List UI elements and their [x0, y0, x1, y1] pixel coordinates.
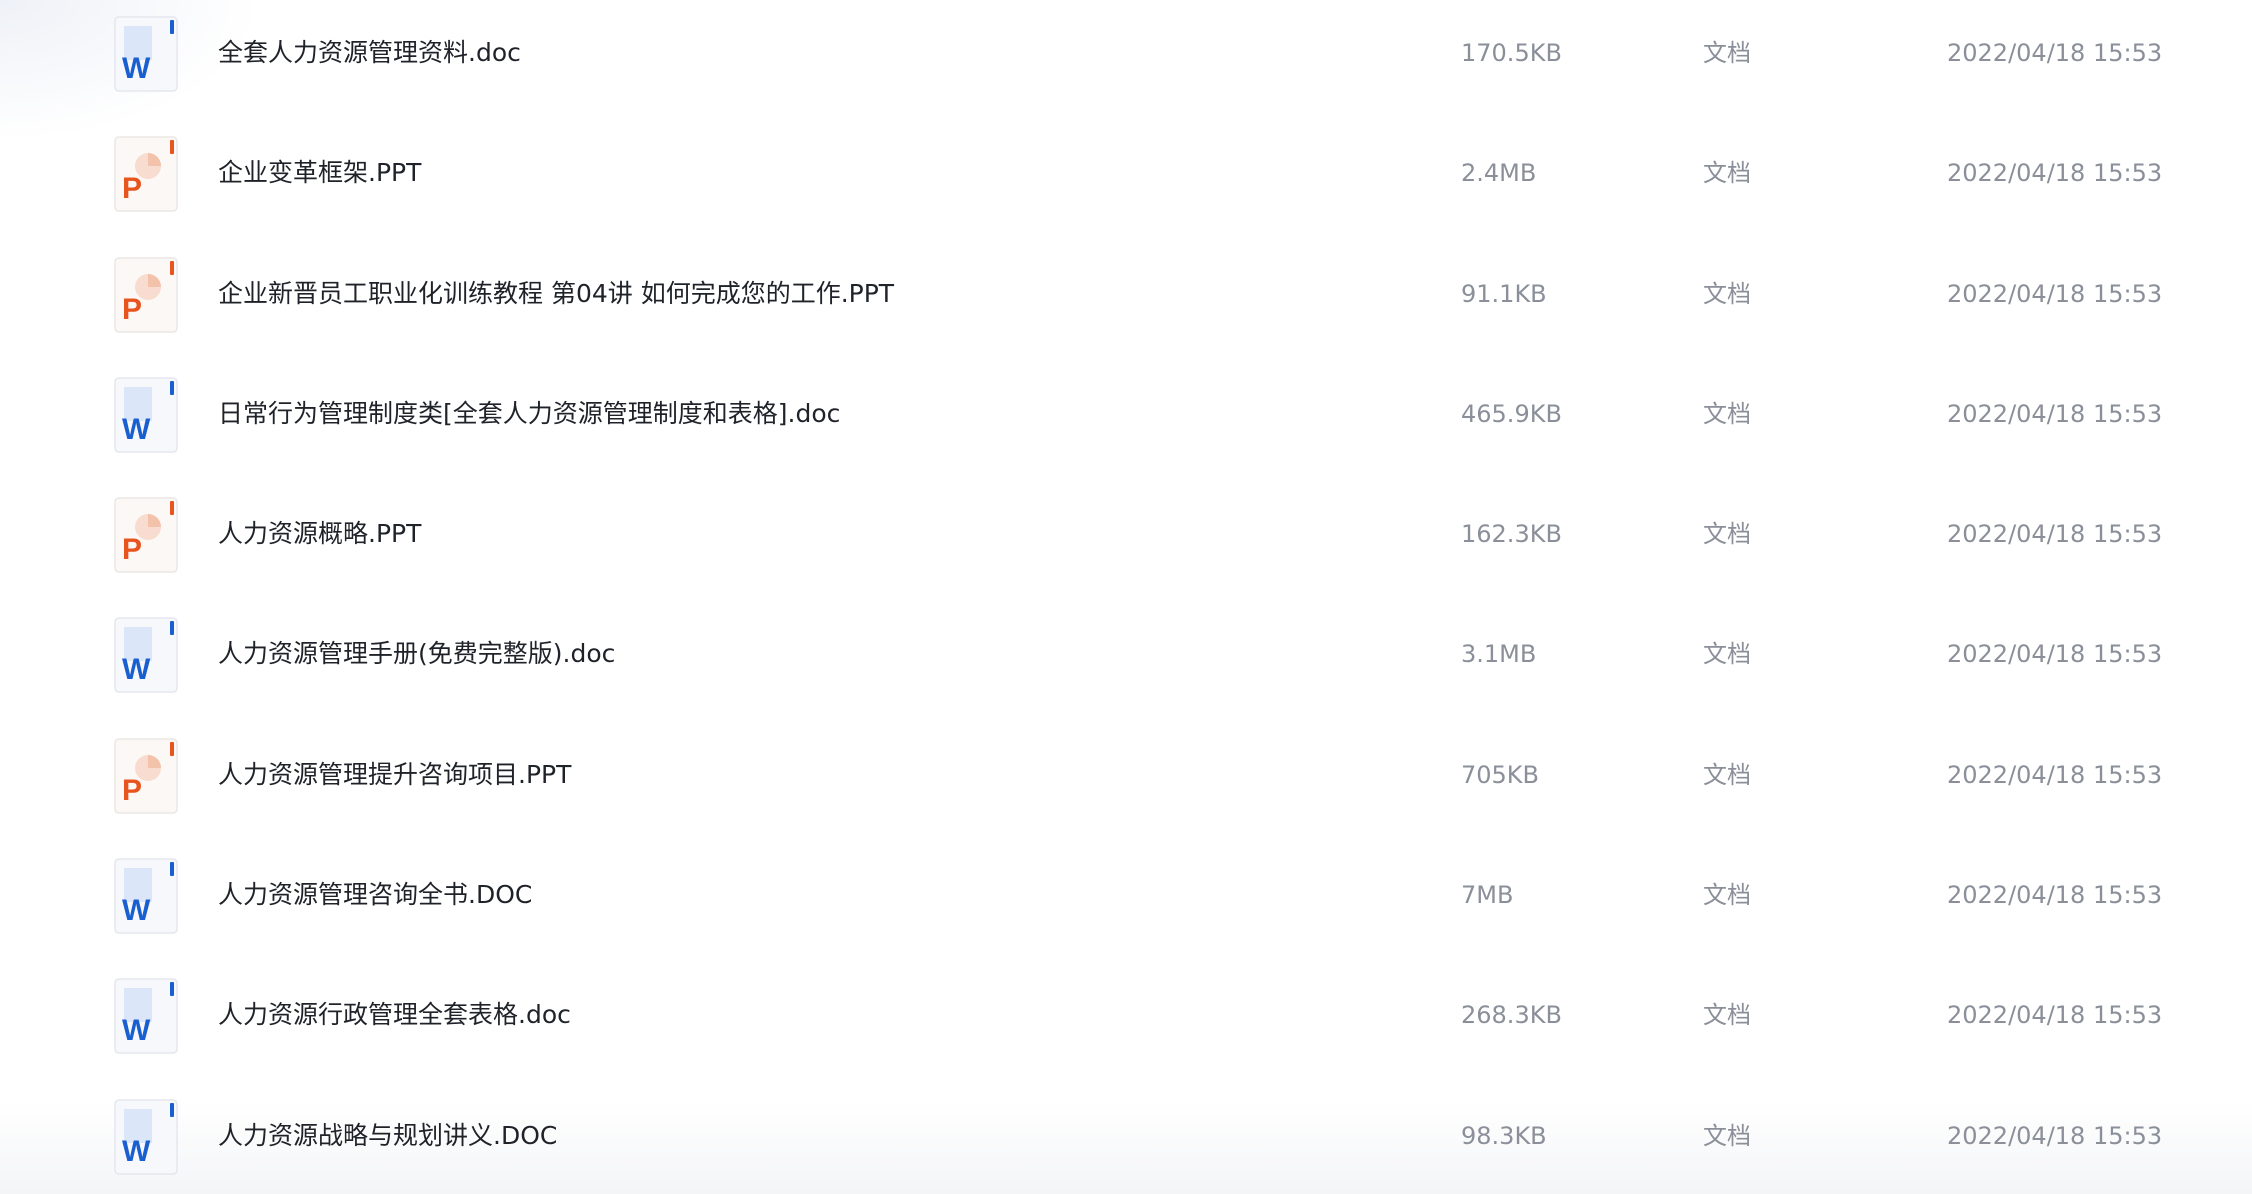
word-doc-icon: W: [114, 377, 178, 453]
svg-text:W: W: [122, 1135, 151, 1168]
file-browser-page: W 全套人力资源管理资料.doc 170.5KB 文档 2022/04/18 1…: [0, 0, 2252, 1194]
file-list: W 全套人力资源管理资料.doc 170.5KB 文档 2022/04/18 1…: [0, 0, 2252, 1194]
svg-text:P: P: [122, 172, 142, 205]
file-row[interactable]: W 全套人力资源管理资料.doc 170.5KB 文档 2022/04/18 1…: [0, 0, 2252, 120]
file-size: 162.3KB: [1461, 520, 1562, 549]
file-row[interactable]: P 人力资源概略.PPT 162.3KB 文档 2022/04/18 15:53: [0, 481, 2252, 601]
file-modified-date: 2022/04/18 15:53: [1947, 760, 2163, 789]
file-name: 人力资源概略.PPT: [218, 519, 422, 549]
svg-text:P: P: [122, 293, 142, 326]
file-row[interactable]: P 企业变革框架.PPT 2.4MB 文档 2022/04/18 15:53: [0, 120, 2252, 240]
file-size: 268.3KB: [1461, 1001, 1562, 1030]
file-row[interactable]: W 人力资源管理手册(免费完整版).doc 3.1MB 文档 2022/04/1…: [0, 601, 2252, 721]
word-doc-icon: W: [114, 617, 178, 694]
file-name: 企业变革框架.PPT: [218, 158, 422, 188]
word-doc-icon: W: [114, 1098, 178, 1175]
powerpoint-icon: P: [114, 738, 178, 814]
file-modified-date: 2022/04/18 15:53: [1947, 640, 2163, 669]
file-row[interactable]: P 企业新晋员工职业化训练教程 第04讲 如何完成您的工作.PPT 91.1KB…: [0, 241, 2252, 361]
file-row[interactable]: W 人力资源行政管理全套表格.doc 268.3KB 文档 2022/04/18…: [0, 962, 2252, 1082]
file-size: 98.3KB: [1461, 1121, 1547, 1150]
file-row[interactable]: P 人力资源管理提升咨询项目.PPT 705KB 文档 2022/04/18 1…: [0, 722, 2252, 842]
file-type: 文档: [1703, 1001, 1751, 1030]
file-type: 文档: [1703, 760, 1751, 789]
svg-text:P: P: [122, 774, 142, 807]
file-row[interactable]: W 日常行为管理制度类[全套人力资源管理制度和表格].doc 465.9KB 文…: [0, 361, 2252, 481]
file-type: 文档: [1703, 39, 1751, 67]
svg-text:P: P: [122, 533, 142, 566]
file-size: 465.9KB: [1461, 399, 1562, 428]
file-type: 文档: [1703, 159, 1751, 188]
file-name: 人力资源管理手册(免费完整版).doc: [218, 639, 616, 669]
svg-text:W: W: [122, 653, 151, 686]
powerpoint-icon: P: [114, 256, 178, 333]
file-type: 文档: [1703, 1121, 1751, 1150]
file-name: 人力资源管理提升咨询项目.PPT: [218, 759, 572, 789]
file-modified-date: 2022/04/18 15:53: [1947, 39, 2163, 67]
file-type: 文档: [1703, 399, 1751, 428]
file-modified-date: 2022/04/18 15:53: [1947, 1121, 2163, 1150]
file-row[interactable]: W 人力资源管理咨询全书.DOC 7MB 文档 2022/04/18 15:53: [0, 842, 2252, 962]
file-size: 3.1MB: [1461, 640, 1537, 669]
file-size: 2.4MB: [1461, 159, 1537, 188]
file-size: 91.1KB: [1461, 279, 1547, 308]
file-type: 文档: [1703, 520, 1751, 549]
powerpoint-icon: P: [114, 136, 178, 213]
file-modified-date: 2022/04/18 15:53: [1947, 279, 2163, 308]
file-modified-date: 2022/04/18 15:53: [1947, 159, 2163, 188]
file-row[interactable]: W 人力资源战略与规划讲义.DOC 98.3KB 文档 2022/04/18 1…: [0, 1083, 2252, 1194]
file-size: 705KB: [1461, 760, 1540, 789]
file-type: 文档: [1703, 279, 1751, 308]
file-modified-date: 2022/04/18 15:53: [1947, 881, 2163, 910]
file-modified-date: 2022/04/18 15:53: [1947, 399, 2163, 428]
file-type: 文档: [1703, 640, 1751, 669]
svg-text:W: W: [122, 1014, 151, 1047]
file-modified-date: 2022/04/18 15:53: [1947, 1001, 2163, 1030]
svg-text:W: W: [122, 52, 151, 85]
word-doc-icon: W: [114, 978, 178, 1055]
file-name: 企业新晋员工职业化训练教程 第04讲 如何完成您的工作.PPT: [218, 278, 895, 308]
powerpoint-icon: P: [114, 497, 178, 573]
file-type: 文档: [1703, 881, 1751, 910]
file-modified-date: 2022/04/18 15:53: [1947, 520, 2163, 549]
word-doc-icon: W: [114, 16, 178, 92]
file-name: 人力资源管理咨询全书.DOC: [218, 880, 533, 910]
word-doc-icon: W: [114, 858, 178, 934]
file-name: 人力资源战略与规划讲义.DOC: [218, 1120, 558, 1150]
file-size: 170.5KB: [1461, 39, 1562, 67]
file-name: 全套人力资源管理资料.doc: [218, 38, 521, 67]
svg-text:W: W: [122, 413, 151, 446]
file-name: 日常行为管理制度类[全套人力资源管理制度和表格].doc: [218, 398, 841, 428]
file-name: 人力资源行政管理全套表格.doc: [218, 1000, 571, 1030]
svg-text:W: W: [122, 894, 151, 927]
file-size: 7MB: [1461, 881, 1514, 910]
